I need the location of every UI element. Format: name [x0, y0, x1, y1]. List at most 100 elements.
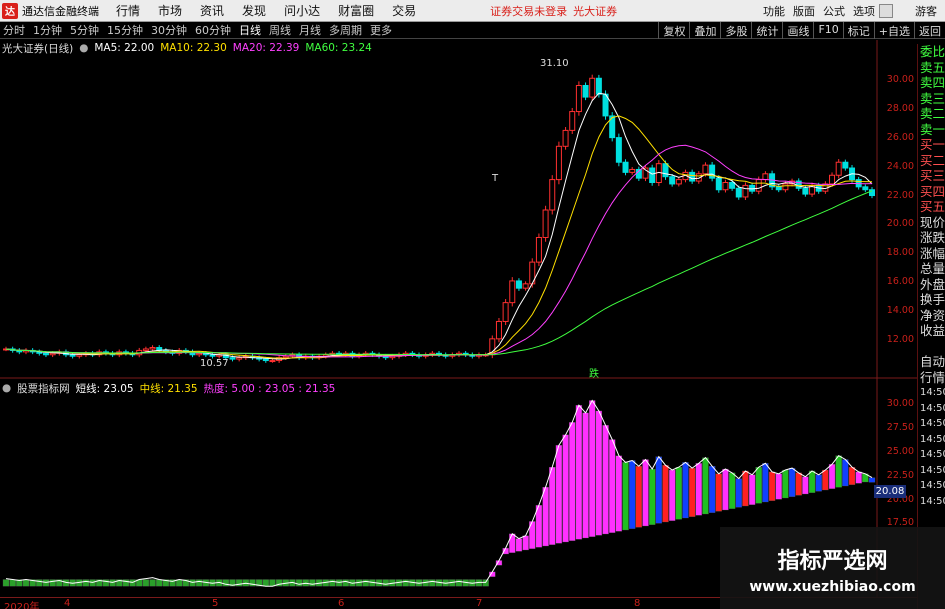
indicator-bar	[555, 445, 563, 544]
indicator-bar	[768, 471, 776, 501]
date-tick: 4	[64, 598, 71, 609]
indicator-bar	[828, 464, 836, 489]
side-item-29[interactable]: 14:50	[918, 494, 945, 510]
indicator-bar	[49, 579, 56, 587]
indicator-tick: 30.00	[886, 398, 914, 410]
candle-body	[755, 179, 762, 192]
ma10-line	[5, 115, 873, 359]
candle-body	[149, 347, 156, 350]
indicator-bar	[82, 579, 90, 587]
date-tick: 2020年	[4, 602, 40, 609]
indicator-bar	[22, 579, 30, 587]
indicator-bar	[742, 470, 749, 507]
side-item-6[interactable]: 买一	[918, 137, 945, 153]
side-item-23[interactable]: 14:50	[918, 401, 945, 417]
indicator-bar	[582, 412, 589, 539]
indicator-bar	[522, 535, 529, 551]
indicator-bar	[795, 472, 802, 496]
indicator-bar	[249, 579, 256, 587]
candle-body	[196, 352, 203, 356]
side-item-12[interactable]: 涨跌	[918, 230, 945, 246]
side-item-1[interactable]: 卖五	[918, 60, 945, 76]
side-item-16[interactable]: 换手	[918, 292, 945, 308]
candle-body	[675, 179, 682, 185]
drop-marker: 跌	[589, 369, 599, 380]
side-item-3[interactable]: 卖三	[918, 91, 945, 107]
indicator-bar	[735, 478, 742, 508]
indicator-bar	[629, 460, 636, 529]
price-tick: 20.00	[886, 218, 914, 230]
candle-body	[535, 237, 542, 263]
last-value-badge: 20.08	[874, 485, 906, 498]
side-item-7[interactable]: 买二	[918, 153, 945, 169]
indicator-bar	[708, 466, 716, 513]
guest-label[interactable]: 游客	[915, 3, 937, 19]
side-item-18[interactable]: 收益	[918, 323, 945, 339]
price-tick: 18.00	[886, 247, 914, 259]
candle-body	[869, 189, 875, 197]
indicator-bar	[615, 455, 623, 532]
candle-body	[282, 355, 289, 359]
side-item-0[interactable]: 委比	[918, 44, 945, 60]
indicator-tick: 27.50	[886, 422, 914, 434]
side-item-27[interactable]: 14:50	[918, 463, 945, 479]
indicator-bar	[662, 465, 669, 523]
side-item-26[interactable]: 14:50	[918, 447, 945, 463]
side-item-10[interactable]: 买五	[918, 199, 945, 215]
indicator-bar	[102, 579, 110, 587]
candlestick-chart[interactable]	[0, 0, 917, 597]
candle-body	[542, 209, 549, 239]
candle-body	[835, 161, 842, 176]
side-item-19[interactable]	[918, 339, 945, 355]
indicator-bar	[649, 468, 656, 525]
side-item-20[interactable]: 自动	[918, 354, 945, 370]
price-tick: 24.00	[886, 160, 914, 172]
indicator-bar	[429, 579, 436, 587]
indicator-bar	[402, 579, 409, 587]
candle-body	[589, 77, 596, 98]
indicator-bar	[695, 463, 702, 516]
indicator-bar	[775, 473, 782, 500]
indicator-bar	[589, 400, 596, 537]
indicator-bar	[748, 474, 756, 505]
side-item-15[interactable]: 外盘	[918, 277, 945, 293]
side-item-21[interactable]: 行情	[918, 370, 945, 386]
candle-body	[722, 181, 729, 191]
candle-body	[615, 137, 622, 163]
quote-side-panel: 委比 卖五 卖四 卖三 卖二 卖一 买一 买二 买三 买四 买五 现价 涨跌 涨幅 总量 外盘 换手 净资 收益自动…	[917, 44, 945, 609]
candle-body	[649, 167, 656, 183]
indicator-bar	[728, 472, 736, 509]
side-item-5[interactable]: 卖一	[918, 122, 945, 138]
side-item-14[interactable]: 总量	[918, 261, 945, 277]
indicator-bar	[602, 425, 609, 535]
indicator-bar	[669, 469, 676, 521]
indicator-bar	[682, 462, 689, 519]
side-item-2[interactable]: 卖四	[918, 75, 945, 91]
indicator-bar	[2, 579, 10, 587]
indicator-bar	[515, 538, 523, 552]
indicator-bar	[329, 579, 336, 587]
candle-body	[42, 352, 49, 356]
candle-body	[842, 161, 849, 169]
side-item-9[interactable]: 买四	[918, 184, 945, 200]
candle-body	[595, 77, 602, 95]
candle-body	[669, 176, 676, 185]
price-tick: 14.00	[886, 305, 914, 317]
tool-button-8[interactable]: 返回	[914, 22, 945, 39]
indicator-bar	[542, 486, 549, 547]
side-item-4[interactable]: 卖二	[918, 106, 945, 122]
side-item-17[interactable]: 净资	[918, 308, 945, 324]
side-item-24[interactable]: 14:50	[918, 416, 945, 432]
side-item-13[interactable]: 涨幅	[918, 246, 945, 262]
side-item-25[interactable]: 14:50	[918, 432, 945, 448]
indicator-bar	[722, 468, 729, 511]
indicator-bar	[262, 579, 269, 587]
side-item-8[interactable]: 买三	[918, 168, 945, 184]
side-item-11[interactable]: 现价	[918, 215, 945, 231]
watermark: 指标严选网 www.xuezhibiao.com	[720, 527, 945, 609]
indicator-bar	[782, 469, 789, 499]
candle-body	[555, 145, 562, 181]
indicator-bar	[755, 466, 762, 504]
side-item-22[interactable]: 14:50	[918, 385, 945, 401]
side-item-28[interactable]: 14:50	[918, 478, 945, 494]
